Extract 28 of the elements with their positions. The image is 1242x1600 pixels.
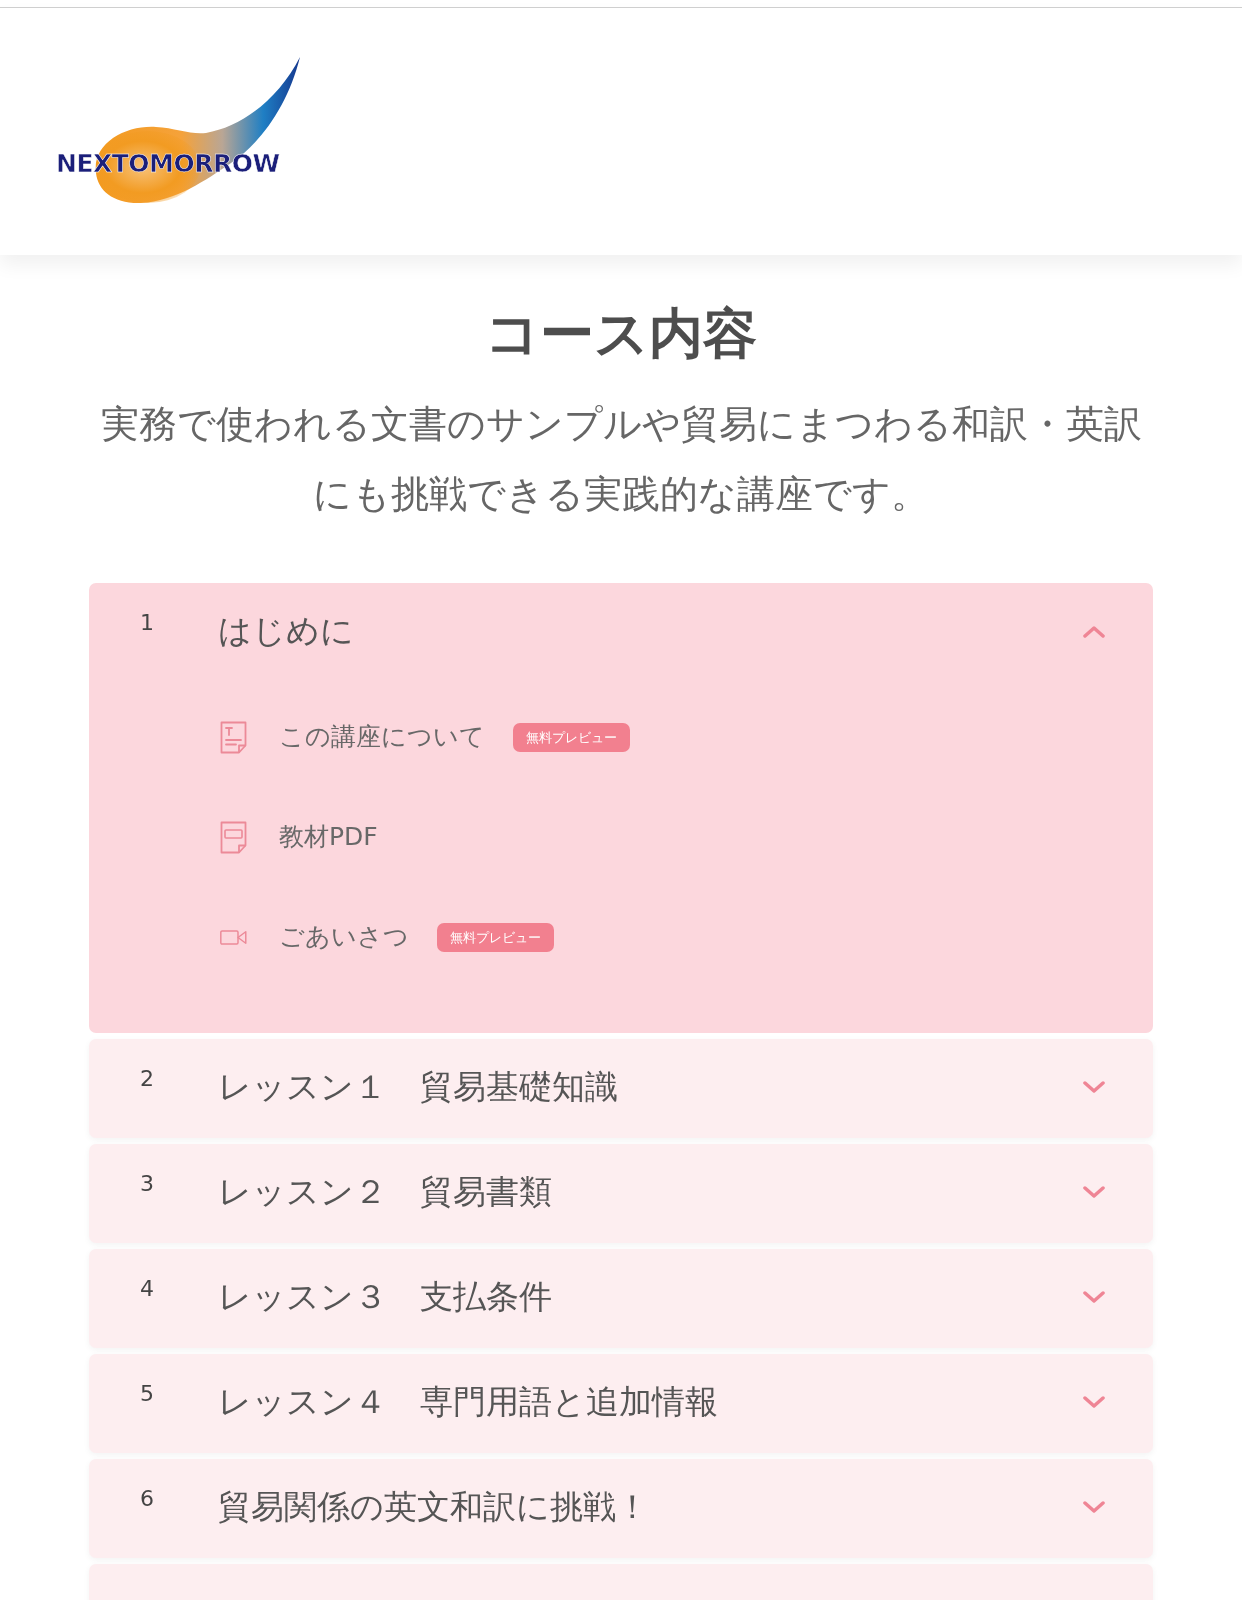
section-number: 3 (140, 1171, 154, 1196)
section-number: 5 (140, 1381, 154, 1406)
section-number: 2 (140, 1066, 154, 1091)
video-camera-icon (220, 927, 247, 947)
section-title[interactable]: レッスン１ 貿易基礎知識 (218, 1067, 618, 1106)
section-number: 4 (140, 1276, 154, 1301)
document-icon (220, 720, 247, 754)
section-title[interactable]: はじめに (218, 611, 354, 650)
preview-badge: 無料プレビュー (437, 922, 554, 952)
preview-badge: 無料プレビュー (513, 722, 630, 752)
chevron-down-icon[interactable] (1083, 1186, 1105, 1199)
chevron-down-icon[interactable] (1083, 1396, 1105, 1409)
chevron-up-icon[interactable] (1083, 625, 1105, 638)
chevron-down-icon[interactable] (1083, 1291, 1105, 1304)
section-title[interactable]: レッスン２ 貿易書類 (218, 1172, 552, 1211)
page-title: コース内容 (484, 302, 758, 366)
section-number: 6 (140, 1486, 154, 1511)
section-number: 1 (140, 610, 154, 635)
course-description: 実務で使われる文書のサンプルや貿易にまつわる和訳・英訳にも挑戦できる実践的な講座です。 (99, 401, 1143, 518)
lesson-link[interactable]: この講座について (279, 718, 485, 756)
lesson-link[interactable]: ごあいさつ (279, 918, 409, 956)
section-title[interactable]: レッスン４ 専門用語と追加情報 (218, 1382, 718, 1421)
lesson-link[interactable]: 教材PDF (279, 818, 378, 856)
file-icon (220, 820, 247, 854)
section-title[interactable]: 貿易関係の英文和訳に挑戦！ (218, 1487, 649, 1526)
chevron-down-icon[interactable] (1083, 1081, 1105, 1094)
section-title[interactable]: レッスン３ 支払条件 (218, 1277, 552, 1316)
chevron-down-icon[interactable] (1083, 1501, 1105, 1514)
